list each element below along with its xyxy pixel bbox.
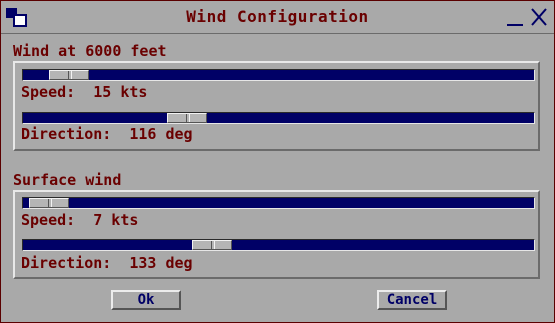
window-title: Wind Configuration xyxy=(186,7,369,26)
altitude-speed-label: Speed: 15 kts xyxy=(21,83,148,101)
title-bar[interactable]: Wind Configuration xyxy=(1,1,554,34)
wind-config-window: Wind Configuration Wind at 6000 feet Spe… xyxy=(0,0,555,323)
surface-speed-thumb[interactable] xyxy=(28,198,69,208)
surface-direction-slider[interactable] xyxy=(22,239,535,251)
altitude-speed-slider[interactable] xyxy=(22,69,535,81)
altitude-direction-slider[interactable] xyxy=(22,112,535,124)
surface-speed-slider[interactable] xyxy=(22,197,535,209)
close-icon[interactable] xyxy=(529,6,549,28)
surface-wind-label: Surface wind xyxy=(13,171,122,189)
surface-speed-label: Speed: 7 kts xyxy=(21,211,139,229)
altitude-speed-thumb[interactable] xyxy=(48,70,89,80)
minimize-icon[interactable] xyxy=(505,6,525,28)
altitude-wind-label: Wind at 6000 feet xyxy=(13,42,167,60)
altitude-direction-label: Direction: 116 deg xyxy=(21,125,193,143)
surface-direction-thumb[interactable] xyxy=(192,240,233,250)
ok-button[interactable]: Ok xyxy=(111,290,181,310)
cancel-button[interactable]: Cancel xyxy=(377,290,447,310)
surface-direction-label: Direction: 133 deg xyxy=(21,254,193,272)
altitude-direction-thumb[interactable] xyxy=(166,113,207,123)
